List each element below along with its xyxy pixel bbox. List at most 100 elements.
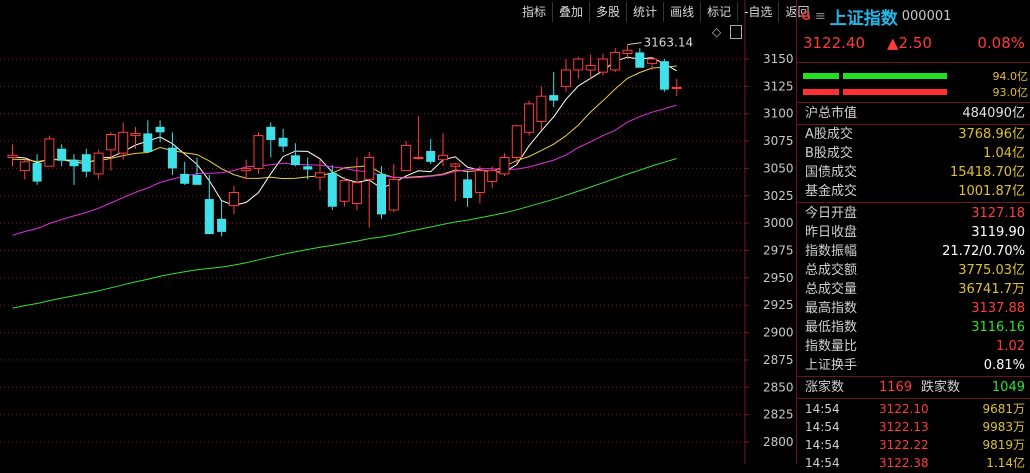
candle-body-up xyxy=(44,138,55,167)
y-tick-label: 3100 xyxy=(763,107,794,121)
candle-body-up xyxy=(450,163,461,167)
diamond-icon[interactable]: ◇ xyxy=(712,25,721,39)
y-tick-label: 3000 xyxy=(763,216,794,230)
candle-body-down xyxy=(463,179,473,198)
candle-body-up xyxy=(93,152,104,175)
tick-price: 3122.10 xyxy=(879,402,929,416)
candle-body-up xyxy=(585,65,596,71)
stat-value: 1.02 xyxy=(996,339,1025,354)
market-cap-row: 沪总市值 484090亿 xyxy=(797,104,1030,123)
candle-body-up xyxy=(647,58,658,64)
high-marker-line xyxy=(627,42,642,46)
g-icon[interactable]: G xyxy=(801,9,811,23)
stat-label: 总成交额 xyxy=(805,263,858,278)
candle-body-up xyxy=(105,134,116,151)
candle-body-up xyxy=(118,131,129,154)
ma10-line xyxy=(12,65,677,180)
candle-body-up xyxy=(499,156,510,175)
tick-price: 3122.22 xyxy=(879,438,929,452)
turnover-value: 15418.70亿 xyxy=(949,165,1025,180)
candle-body-up xyxy=(573,58,584,71)
candle-body-down xyxy=(143,133,153,153)
y-tick-label: 2900 xyxy=(763,326,794,340)
quote-summary: 3122.40 ▲2.50 0.08% xyxy=(803,34,1027,54)
index-code: 000001 xyxy=(901,8,952,24)
stat-row: 上证换手 0.81% xyxy=(797,356,1030,375)
stat-label: 最低指数 xyxy=(805,320,858,335)
candle-body-down xyxy=(635,52,645,68)
stat-value: 3775.03亿 xyxy=(958,263,1025,278)
stat-row: 总成交量 36741.7万 xyxy=(797,280,1030,299)
candle-body-up xyxy=(19,161,30,172)
turnover-label: 基金成交 xyxy=(805,184,858,199)
kline-svg[interactable]: 3150 3125 3100 3075 3050 3025 3000 2975 2950 2925… xyxy=(0,0,796,464)
turnover-row: 国债成交 15418.70亿 xyxy=(797,163,1030,182)
stat-label: 指数量比 xyxy=(805,339,858,354)
candle-body-up xyxy=(597,58,608,73)
ratio-top-value: 94.0亿 xyxy=(992,70,1029,83)
turnover-row: 基金成交 1001.87亿 xyxy=(797,182,1030,201)
candle-body-down xyxy=(155,126,165,133)
mark-button[interactable]: 标记 xyxy=(700,2,737,22)
candle-body-up xyxy=(487,170,498,183)
candle-body-up xyxy=(315,172,325,178)
indicator-button[interactable]: 指标 xyxy=(516,2,552,22)
y-tick-label: 2975 xyxy=(763,244,794,258)
y-tick-label: 2825 xyxy=(763,408,794,422)
y-tick-label: 3125 xyxy=(763,79,794,93)
candle-body-up xyxy=(610,51,621,71)
stat-row: 指数振幅 21.72/0.70% xyxy=(797,242,1030,261)
divider xyxy=(797,202,1030,203)
y-tick-label: 3075 xyxy=(763,134,794,148)
draw-line-button[interactable]: 画线 xyxy=(663,2,700,22)
stat-label: 总成交量 xyxy=(805,282,858,297)
candle-body-down xyxy=(192,174,202,185)
ma20-line xyxy=(12,104,677,236)
y-tick-label: 2925 xyxy=(763,298,794,312)
candle-body-down xyxy=(290,155,300,166)
turnover-row: A股成交 3768.96亿 xyxy=(797,125,1030,144)
menu-icon[interactable]: ≡ xyxy=(815,9,826,24)
candle-body-up xyxy=(474,170,485,194)
divider xyxy=(797,62,1030,63)
overlay-button[interactable]: 叠加 xyxy=(552,2,589,22)
candle-body-up xyxy=(561,69,571,87)
stat-label: 今日开盘 xyxy=(805,206,858,221)
ratio-bar-bottom-a xyxy=(803,89,839,95)
tick-volume: 9819万 xyxy=(982,438,1025,452)
stat-value: 3137.88 xyxy=(971,301,1025,316)
price-change-pct: 0.08% xyxy=(977,34,1025,52)
stat-value: 3119.90 xyxy=(971,225,1025,240)
stat-label: 指数振幅 xyxy=(805,244,858,259)
candle-body-down xyxy=(180,173,190,184)
candle-body-up xyxy=(7,154,18,158)
turnover-label: A股成交 xyxy=(805,127,853,142)
candle-body-up xyxy=(388,178,399,211)
tick-time: 14:54 xyxy=(805,420,840,434)
watchlist-button[interactable]: -自选 xyxy=(737,2,778,22)
multi-stock-button[interactable]: 多股 xyxy=(589,2,626,22)
ratio-bar-top-a xyxy=(803,73,839,79)
candle-body-up xyxy=(622,49,633,55)
index-name: 上证指数 xyxy=(829,8,898,29)
advance-label: 涨家数 xyxy=(805,380,845,395)
candle-body-down xyxy=(303,166,313,170)
candlestick-chart[interactable]: 3150 3125 3100 3075 3050 3025 3000 2975 2950 2925… xyxy=(0,0,796,464)
candle-body-down xyxy=(278,137,288,147)
stat-value: 3116.16 xyxy=(971,320,1025,335)
candle-body-down xyxy=(549,95,559,101)
last-price: 3122.40 xyxy=(803,34,866,52)
candle-body-up xyxy=(364,156,375,180)
y-tick-label: 2800 xyxy=(763,435,794,449)
candle-body-down xyxy=(266,126,276,140)
tick-time: 14:54 xyxy=(805,402,840,416)
candle-body-up xyxy=(438,154,448,161)
tick-row: 14:54 3122.22 9819万 xyxy=(797,436,1030,455)
divider xyxy=(797,102,1030,103)
candle-body-down xyxy=(426,150,436,162)
advance-value: 1169 xyxy=(879,380,913,395)
candle-body-up xyxy=(536,95,547,122)
statistics-button[interactable]: 统计 xyxy=(626,2,663,22)
candle-body-down xyxy=(217,218,227,232)
window-toggle-icon[interactable] xyxy=(730,25,742,39)
